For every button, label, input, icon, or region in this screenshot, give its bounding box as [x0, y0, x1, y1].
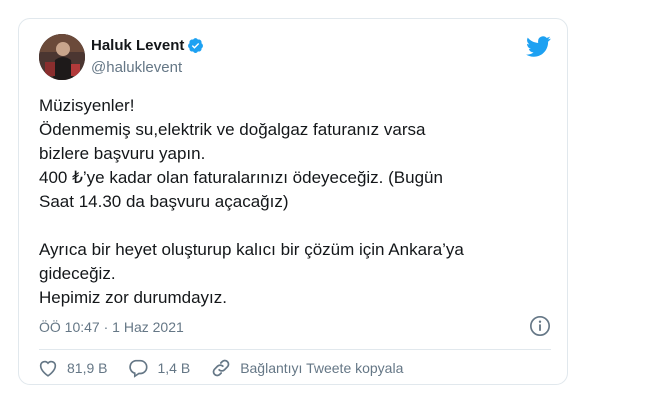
author-handle[interactable]: @haluklevent — [91, 59, 182, 76]
reply-bubble-icon — [129, 359, 149, 378]
twitter-bird-icon[interactable] — [526, 36, 551, 57]
tweet-actions: 81,9 B 1,4 B Bağlantıyı Tweete kopyala — [37, 357, 423, 379]
timestamp-separator: · — [99, 319, 113, 335]
link-icon — [212, 359, 230, 377]
tweet-timestamp[interactable]: ÖÖ 10:47 · 1 Haz 2021 — [39, 319, 184, 335]
tweet-card[interactable]: Haluk Levent @haluklevent Müzisyenler! Ö… — [18, 18, 568, 385]
tweet-text: Müzisyenler! Ödenmemiş su,elektrik ve do… — [39, 96, 464, 307]
copy-link-label: Bağlantıyı Tweete kopyala — [240, 360, 404, 376]
like-count: 81,9 B — [67, 360, 108, 376]
reply-button[interactable]: 1,4 B — [127, 357, 190, 379]
author-row[interactable]: Haluk Levent — [91, 37, 204, 54]
tweet-time[interactable]: ÖÖ 10:47 — [39, 319, 100, 335]
author-name[interactable]: Haluk Levent — [91, 37, 184, 54]
avatar[interactable] — [39, 34, 85, 80]
copy-link-button[interactable]: Bağlantıyı Tweete kopyala — [210, 357, 403, 379]
tweet-date[interactable]: 1 Haz 2021 — [112, 319, 184, 335]
like-button[interactable]: 81,9 B — [37, 357, 107, 379]
reply-count: 1,4 B — [157, 360, 191, 376]
info-icon[interactable] — [529, 315, 551, 337]
divider — [39, 349, 551, 350]
avatar-image — [39, 34, 85, 80]
verified-badge-icon — [188, 38, 204, 53]
heart-icon — [39, 360, 57, 377]
